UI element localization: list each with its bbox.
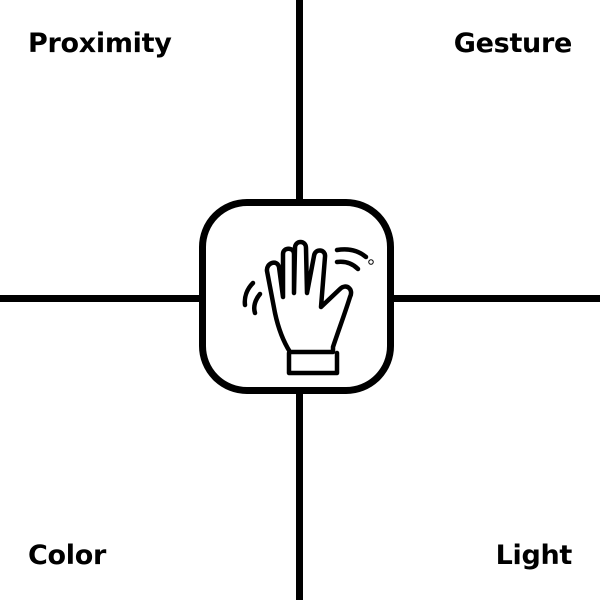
quadrant-label-top-right: Gesture	[453, 28, 573, 59]
quadrant-label-top-left: Proximity	[28, 28, 172, 59]
waving-hand-icon	[242, 239, 374, 376]
quadrant-label-bottom-right: Light	[495, 540, 573, 571]
center-icon-box	[199, 199, 394, 394]
quadrant-label-bottom-left: Color	[28, 540, 106, 571]
